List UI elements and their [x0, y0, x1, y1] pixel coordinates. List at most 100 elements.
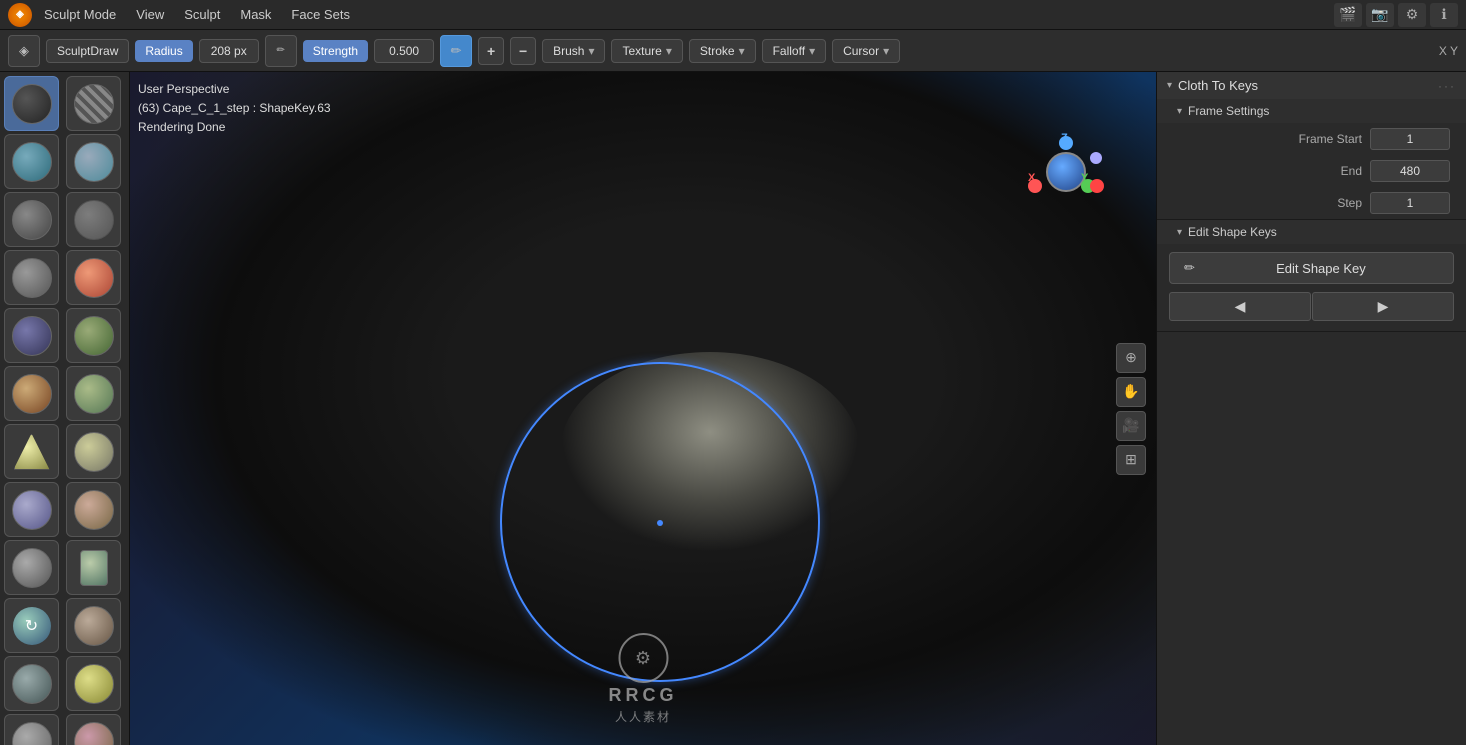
radius-value[interactable]: 208 px — [199, 39, 259, 63]
brush-scrape[interactable] — [66, 366, 121, 421]
xy-label: X Y — [1439, 44, 1458, 58]
left-tool-panel: ↻ — [0, 72, 130, 745]
viewport-info: User Perspective (63) Cape_C_1_step : Sh… — [138, 80, 331, 138]
frame-start-row: Frame Start 1 — [1157, 123, 1466, 155]
end-label: End — [1173, 164, 1362, 178]
brush-draw-sharp[interactable] — [66, 76, 121, 131]
brush-draw[interactable] — [4, 76, 59, 131]
menu-sculpt[interactable]: Sculpt — [176, 5, 228, 24]
frame-start-value[interactable]: 1 — [1370, 128, 1450, 150]
falloff-dropdown[interactable]: Falloff — [762, 39, 827, 63]
brush-thumb[interactable] — [4, 540, 59, 595]
brush-fill[interactable] — [4, 366, 59, 421]
object-info: (63) Cape_C_1_step : ShapeKey.63 — [138, 99, 331, 118]
tool-name-label[interactable]: SculptDraw — [46, 39, 129, 63]
watermark-subtitle: 人人素材 — [615, 708, 671, 725]
brush-rotate[interactable] — [66, 598, 121, 653]
prev-shape-key-btn[interactable]: ◀ — [1169, 292, 1311, 321]
texture-dropdown[interactable]: Texture — [611, 39, 682, 63]
brush-slide-relax[interactable] — [4, 656, 59, 711]
brush-nudge[interactable]: ↻ — [4, 598, 59, 653]
strength-value[interactable]: 0.500 — [374, 39, 434, 63]
frame-settings-arrow: ▾ — [1177, 106, 1182, 117]
cloth-to-keys-section: ▾ Cloth To Keys ··· ▾ Frame Settings Fra… — [1157, 72, 1466, 220]
brush-inflate[interactable] — [66, 192, 121, 247]
viewport-gizmo[interactable]: Z X Y — [1026, 132, 1106, 212]
watermark-logo: ⚙ — [618, 633, 668, 683]
grid-btn[interactable]: ⊞ — [1116, 445, 1146, 475]
brush-dropdown[interactable]: Brush — [542, 39, 605, 63]
brush-crease[interactable] — [66, 250, 121, 305]
brush-grab[interactable] — [4, 482, 59, 537]
gizmo-x-label: X — [1028, 172, 1035, 184]
brush-clay[interactable] — [4, 134, 59, 189]
stroke-dropdown[interactable]: Stroke — [689, 39, 756, 63]
end-value[interactable]: 480 — [1370, 160, 1450, 182]
frame-settings-title: Frame Settings — [1188, 104, 1269, 118]
gizmo-z-label: Z — [1061, 132, 1068, 144]
menu-sculpt-mode[interactable]: Sculpt Mode — [36, 5, 124, 24]
brush-pinch[interactable] — [66, 424, 121, 479]
radius-label: Radius — [135, 40, 192, 62]
cloth-to-keys-title: Cloth To Keys — [1178, 78, 1432, 93]
cloth-to-keys-arrow: ▾ — [1167, 80, 1172, 91]
top-menu-bar: ◈ Sculpt Mode View Sculpt Mask Face Sets… — [0, 0, 1466, 30]
edit-shape-keys-title: Edit Shape Keys — [1188, 225, 1277, 239]
menu-mask[interactable]: Mask — [232, 5, 279, 24]
brush-snake-hook[interactable] — [66, 482, 121, 537]
end-row: End 480 — [1157, 155, 1466, 187]
right-panel: ▾ Cloth To Keys ··· ▾ Frame Settings Fra… — [1156, 72, 1466, 745]
brush-cloth[interactable] — [4, 714, 59, 745]
frame-settings-header[interactable]: ▾ Frame Settings — [1157, 99, 1466, 123]
brush-simplify[interactable] — [66, 714, 121, 745]
brush-blob[interactable] — [4, 250, 59, 305]
viewport-tools: ⊕ ✋ 🎥 ⊞ — [1116, 343, 1146, 475]
perspective-label: User Perspective — [138, 80, 331, 99]
brush-clay-strips[interactable] — [66, 134, 121, 189]
strength-label: Strength — [303, 40, 368, 62]
info-icon[interactable]: ℹ — [1430, 3, 1458, 27]
watermark: ⚙ RRCG 人人素材 — [609, 633, 678, 725]
main-area: ↻ User Perspective — [0, 72, 1466, 745]
render-status: Rendering Done — [138, 118, 331, 137]
strength-icon[interactable]: ✏ — [440, 35, 472, 67]
step-row: Step 1 — [1157, 187, 1466, 219]
frame-start-label: Frame Start — [1173, 132, 1362, 146]
menu-view[interactable]: View — [128, 5, 172, 24]
brush-smooth[interactable] — [4, 308, 59, 363]
zoom-in-btn[interactable]: ⊕ — [1116, 343, 1146, 373]
edit-shape-keys-section: ▾ Edit Shape Keys ✏ Edit Shape Key ◀ ▶ — [1157, 220, 1466, 332]
viewport[interactable]: User Perspective (63) Cape_C_1_step : Sh… — [130, 72, 1156, 745]
camera-btn[interactable]: 🎥 — [1116, 411, 1146, 441]
cloth-to-keys-dots: ··· — [1438, 79, 1456, 93]
radius-icon[interactable]: ✏ — [265, 35, 297, 67]
sculpt-center-dot — [657, 520, 663, 526]
plus-button[interactable]: + — [478, 37, 504, 65]
toolbar: ◈ SculptDraw Radius 208 px ✏ Strength 0.… — [0, 30, 1466, 72]
edit-shape-keys-header[interactable]: ▾ Edit Shape Keys — [1157, 220, 1466, 244]
settings-icon[interactable]: ⚙ — [1398, 3, 1426, 27]
blender-logo: ◈ — [8, 3, 32, 27]
menu-face-sets[interactable]: Face Sets — [283, 5, 358, 24]
gizmo-sphere — [1046, 152, 1086, 192]
step-value[interactable]: 1 — [1370, 192, 1450, 214]
gizmo-blue-dot — [1090, 152, 1102, 164]
brush-icon-btn[interactable]: ◈ — [8, 35, 40, 67]
render-icon[interactable]: 📷 — [1366, 3, 1394, 27]
brush-layer[interactable] — [4, 192, 59, 247]
pencil-icon: ✏ — [1184, 260, 1195, 276]
shape-key-nav: ◀ ▶ — [1169, 292, 1454, 321]
next-shape-key-btn[interactable]: ▶ — [1312, 292, 1454, 321]
minus-button[interactable]: − — [510, 37, 536, 65]
watermark-brand: RRCG — [609, 685, 678, 706]
pan-btn[interactable]: ✋ — [1116, 377, 1146, 407]
brush-pose[interactable] — [66, 540, 121, 595]
brush-multiplane[interactable] — [4, 424, 59, 479]
cloth-to-keys-header[interactable]: ▾ Cloth To Keys ··· — [1157, 72, 1466, 99]
brush-flatten[interactable] — [66, 308, 121, 363]
brush-boundary[interactable] — [66, 656, 121, 711]
cursor-dropdown[interactable]: Cursor — [832, 39, 900, 63]
scene-icon[interactable]: 🎬 — [1334, 3, 1362, 27]
edit-shape-key-button[interactable]: ✏ Edit Shape Key — [1169, 252, 1454, 284]
gizmo-y-label: Y — [1081, 172, 1088, 184]
